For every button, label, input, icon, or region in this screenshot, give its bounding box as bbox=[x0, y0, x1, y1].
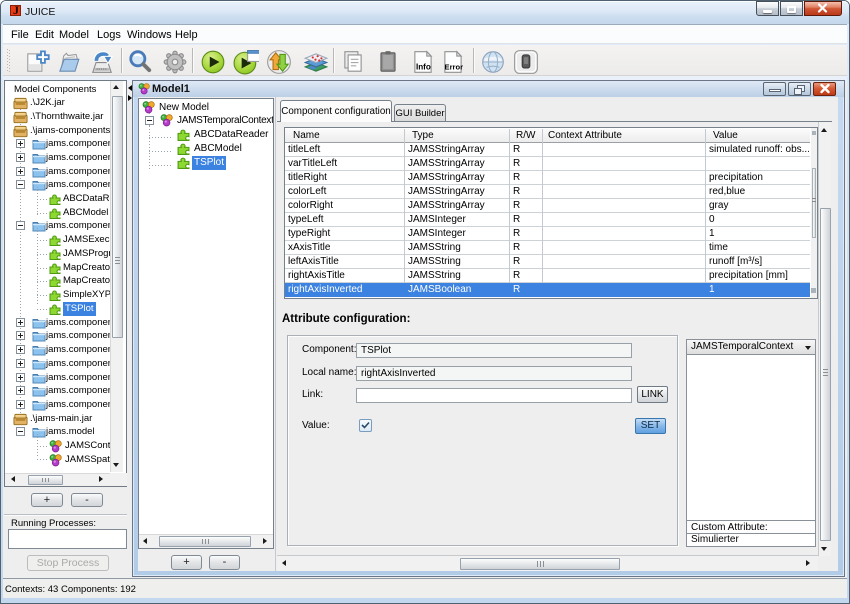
svg-text:Error: Error bbox=[445, 63, 464, 72]
svg-text:Info: Info bbox=[416, 63, 431, 72]
